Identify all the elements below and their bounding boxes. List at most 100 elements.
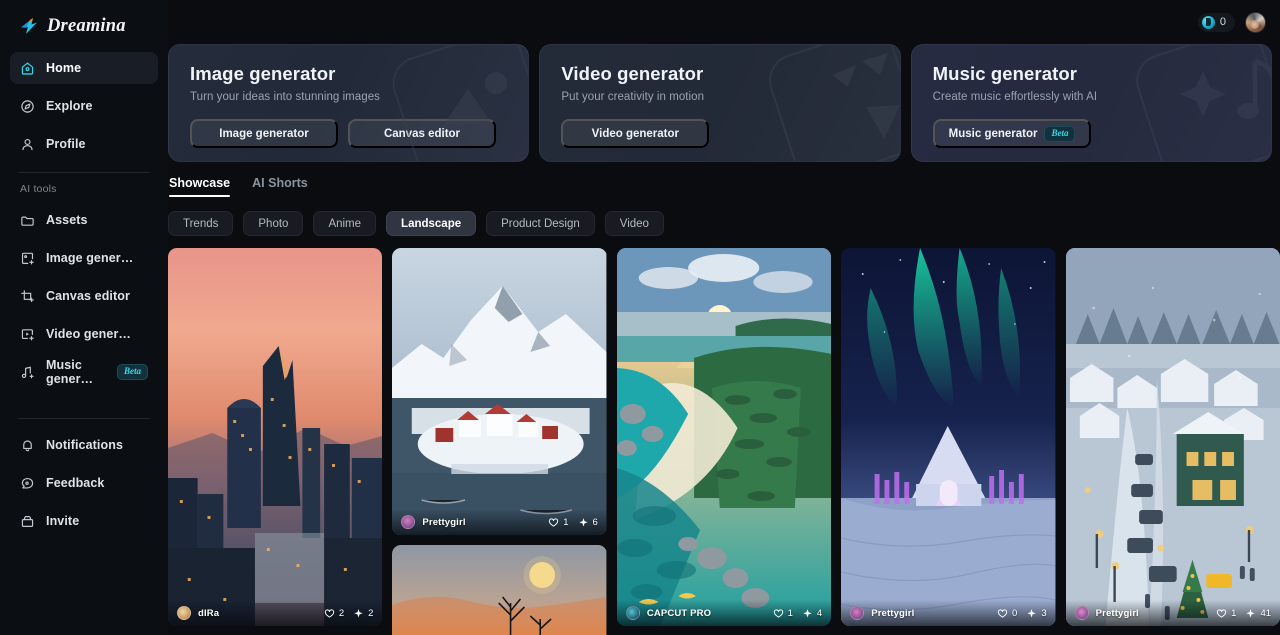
gallery-column: Prettygirl 1 <box>1065 248 1280 635</box>
sidebar-item-label: Music gener… <box>46 358 94 386</box>
filter-chip-photo[interactable]: Photo <box>243 211 304 236</box>
hero-subtitle: Turn your ideas into stunning images <box>190 91 380 103</box>
person-icon <box>20 137 35 152</box>
like-count: 2 <box>338 607 345 619</box>
tile-author-avatar <box>177 606 191 620</box>
brand-name: Dreamina <box>47 15 126 36</box>
main-content: 0 Image generator Turn your ideas into s… <box>168 0 1280 635</box>
gallery-tile[interactable]: Prettygirl 0 3 <box>841 248 1056 626</box>
gallery-tile[interactable]: dIRa 2 2 <box>168 248 383 626</box>
invite-gift-icon <box>20 514 35 529</box>
heart-icon <box>1217 608 1227 618</box>
tile-like-stat[interactable]: 0 <box>997 608 1017 619</box>
topbar: 0 <box>168 0 1280 44</box>
music-generator-button[interactable]: Music generator Beta <box>932 119 1092 148</box>
gallery-grid: dIRa 2 2 Prettygirl 1 6 CAPCUT PRO 1 4 P… <box>168 248 1280 635</box>
credits-count: 0 <box>1219 16 1226 28</box>
sidebar-item-assets[interactable]: Assets <box>10 204 158 236</box>
tile-author-name: Prettygirl <box>422 516 466 528</box>
sidebar-item-video-generator[interactable]: Video gener… <box>10 318 158 350</box>
tile-stats: 2 2 <box>324 608 373 619</box>
tile-spark-stat[interactable]: 41 <box>1245 608 1271 619</box>
sidebar-divider-top <box>18 172 150 173</box>
filter-chip-product-design[interactable]: Product Design <box>486 211 595 236</box>
gallery-tile[interactable] <box>392 545 607 635</box>
canvas-editor-button[interactable]: Canvas editor <box>348 119 496 148</box>
sidebar-item-label: Home <box>46 61 82 75</box>
tile-spark-stat[interactable]: 6 <box>578 517 598 528</box>
brand-logo[interactable]: Dreamina <box>10 0 158 52</box>
tab-ai-shorts[interactable]: AI Shorts <box>252 176 308 197</box>
canvas-crop-icon <box>20 289 35 304</box>
gallery-column: Prettygirl 1 <box>392 248 607 635</box>
gallery-tile[interactable]: Prettygirl 1 <box>1065 248 1280 626</box>
sidebar-item-canvas-editor[interactable]: Canvas editor <box>10 280 158 312</box>
tile-image-moon-dusk <box>392 545 607 635</box>
spark-count: 6 <box>592 516 598 528</box>
tile-author-name: Prettygirl <box>1095 607 1139 619</box>
sidebar-item-label: Feedback <box>46 476 105 490</box>
sidebar-item-image-generator[interactable]: Image gener… <box>10 242 158 274</box>
sidebar-item-label: Profile <box>46 137 86 151</box>
hero-subtitle: Create music effortlessly with AI <box>932 91 1098 103</box>
hero-subtitle: Put your creativity in motion <box>561 91 705 103</box>
filter-chip-video[interactable]: Video <box>604 211 664 236</box>
hero-button-group: Music generator Beta <box>932 119 1271 148</box>
compass-icon <box>20 99 35 114</box>
hero-card-music-generator[interactable]: Music generator Create music effortlessl… <box>910 44 1272 162</box>
hero-card-video-generator[interactable]: Video generator Put your creativity in m… <box>539 44 901 162</box>
tile-author-avatar <box>850 606 865 620</box>
spark-count: 41 <box>1260 607 1272 619</box>
tile-stats: 1 6 <box>548 517 598 528</box>
credit-coin-icon <box>1201 15 1215 29</box>
spark-icon <box>1027 608 1037 617</box>
sidebar-item-notifications[interactable]: Notifications <box>10 429 158 461</box>
tile-spark-stat[interactable]: 3 <box>1026 608 1047 619</box>
gallery-tile[interactable]: Prettygirl 1 <box>392 248 607 535</box>
gallery-tile[interactable]: CAPCUT PRO 1 4 <box>616 248 832 626</box>
tile-like-stat[interactable]: 2 <box>324 608 344 619</box>
beta-badge: Beta <box>117 364 148 380</box>
tab-showcase[interactable]: Showcase <box>169 176 231 197</box>
heart-icon <box>324 608 334 618</box>
chat-feedback-icon <box>20 476 35 491</box>
tile-like-stat[interactable]: 1 <box>1216 608 1236 619</box>
sidebar-item-explore[interactable]: Explore <box>10 90 158 122</box>
sidebar-item-profile[interactable]: Profile <box>10 128 158 160</box>
filter-chip-landscape[interactable]: Landscape <box>386 211 477 236</box>
content-tabs: Showcase AI Shorts <box>168 176 1280 197</box>
filter-chip-anime[interactable]: Anime <box>313 211 377 236</box>
dreamina-arrow-logo-icon <box>18 15 40 37</box>
sidebar-item-feedback[interactable]: Feedback <box>10 467 158 499</box>
filter-chip-trends[interactable]: Trends <box>168 211 234 236</box>
tile-spark-stat[interactable]: 4 <box>802 608 822 619</box>
tile-footer: Prettygirl 0 3 <box>841 600 1056 626</box>
tile-author-avatar <box>1074 606 1089 620</box>
avatar[interactable] <box>1245 11 1266 33</box>
button-label: Video generator <box>591 127 679 140</box>
heart-icon <box>549 517 559 527</box>
hero-button-group: Video generator <box>561 119 899 148</box>
image-generator-button[interactable]: Image generator <box>190 119 338 148</box>
button-label: Canvas editor <box>383 127 461 140</box>
sidebar-item-music-generator[interactable]: Music gener… Beta <box>10 356 158 388</box>
video-generator-button[interactable]: Video generator <box>561 119 710 148</box>
tile-like-stat[interactable]: 1 <box>548 517 569 528</box>
tile-footer: CAPCUT PRO 1 4 <box>616 600 832 626</box>
hero-card-image-generator[interactable]: Image generator Turn your ideas into stu… <box>168 44 530 162</box>
sidebar-divider-bottom <box>18 418 150 419</box>
tile-author-name: dIRa <box>198 607 220 619</box>
gallery-column: CAPCUT PRO 1 4 <box>616 248 832 635</box>
tile-stats: 1 4 <box>773 608 822 619</box>
tab-label: Showcase <box>169 176 231 190</box>
sidebar-item-home[interactable]: Home <box>10 52 158 84</box>
sidebar-item-label: Video gener… <box>46 327 132 341</box>
tile-like-stat[interactable]: 1 <box>773 608 793 619</box>
tile-spark-stat[interactable]: 2 <box>353 608 373 619</box>
sidebar-item-invite[interactable]: Invite <box>10 505 158 537</box>
hero-button-group: Image generator Canvas editor <box>190 119 528 148</box>
spark-count: 2 <box>368 607 374 619</box>
spark-icon <box>1246 608 1256 617</box>
credits-pill[interactable]: 0 <box>1197 12 1235 32</box>
tile-image-tropical-beach <box>616 248 832 626</box>
